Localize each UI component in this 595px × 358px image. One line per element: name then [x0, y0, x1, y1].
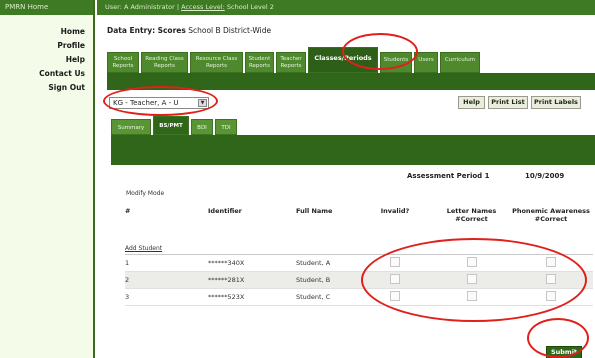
row-number: 2 [125, 271, 208, 289]
tab-curriculum[interactable]: Curriculum [440, 52, 480, 73]
tab-teacher-reports[interactable]: Teacher Reports [276, 52, 306, 73]
main-content: Data Entry: Scores School B District-Wid… [97, 15, 595, 358]
subtab-bs-pmt[interactable]: BS/PMT [153, 116, 189, 135]
tab-students[interactable]: Students [380, 52, 412, 73]
col-header-letter-names: Letter Names #Correct [434, 199, 509, 242]
page-title: Data Entry: Scores School B District-Wid… [107, 26, 271, 35]
row-number: 3 [125, 288, 208, 306]
table-row: 3 ******523X Student, C [125, 288, 593, 306]
class-select-dropdown[interactable]: KG - Teacher, A - U ▼ [109, 97, 209, 109]
col-header-number: # [125, 199, 208, 242]
submit-button[interactable]: Submit [546, 346, 582, 358]
top-bar: User: A Administrator | Access Level: Sc… [97, 0, 595, 15]
col-header-full-name: Full Name [296, 199, 356, 242]
sidebar-link-contact-us[interactable]: Contact Us [0, 67, 93, 81]
sidebar-nav: Home Profile Help Contact Us Sign Out [0, 15, 93, 95]
tab-classes-periods[interactable]: Classes/Periods [308, 47, 378, 73]
student-identifier: ******523X [208, 288, 296, 306]
student-name: Student, B [296, 271, 356, 289]
letter-names-input[interactable] [466, 256, 477, 267]
col-header-invalid: Invalid? [356, 199, 434, 242]
panel-band [111, 135, 595, 165]
tab-resource-class-reports[interactable]: Resource Class Reports [190, 52, 243, 73]
tab-school-reports[interactable]: School Reports [107, 52, 139, 73]
student-name: Student, C [296, 288, 356, 306]
separator: | [176, 3, 180, 11]
phonemic-awareness-input[interactable] [546, 273, 556, 284]
invalid-checkbox[interactable] [390, 290, 400, 301]
student-identifier: ******281X [208, 271, 296, 289]
student-identifier: ******340X [208, 254, 296, 272]
tab-reading-class-reports[interactable]: Reading Class Reports [141, 52, 188, 73]
assessment-period-label: Assessment Period 1 [407, 172, 490, 180]
student-score-table: # Identifier Full Name Invalid? Letter N… [125, 199, 593, 306]
help-button[interactable]: Help [458, 96, 485, 109]
chevron-down-icon[interactable]: ▼ [198, 99, 207, 107]
sidebar-link-profile[interactable]: Profile [0, 39, 93, 53]
col-header-phonemic-awareness: Phonemic Awareness #Correct [509, 199, 593, 242]
sidebar-link-home[interactable]: Home [0, 25, 93, 39]
table-row: 2 ******281X Student, B [125, 271, 593, 289]
phonemic-awareness-input[interactable] [546, 256, 556, 267]
invalid-checkbox[interactable] [390, 256, 400, 267]
table-row: 1 ******340X Student, A [125, 254, 593, 272]
sidebar-link-sign-out[interactable]: Sign Out [0, 81, 93, 95]
page-title-school: School B District-Wide [188, 26, 272, 35]
phonemic-awareness-input[interactable] [546, 290, 556, 301]
subtab-bdi[interactable]: BDI [191, 119, 213, 135]
row-number: 1 [125, 254, 208, 272]
add-student-link[interactable]: Add Student [125, 245, 162, 252]
sidebar-header[interactable]: PMRN Home [0, 0, 93, 15]
table-header-row: # Identifier Full Name Invalid? Letter N… [125, 199, 593, 242]
print-list-button[interactable]: Print List [488, 96, 528, 109]
invalid-checkbox[interactable] [390, 273, 400, 284]
page-title-prefix: Data Entry: [107, 26, 156, 35]
sidebar: PMRN Home Home Profile Help Contact Us S… [0, 0, 95, 358]
tab-student-reports[interactable]: Student Reports [245, 52, 274, 73]
tab-band [107, 73, 595, 90]
access-level-value: School Level 2 [226, 3, 274, 11]
assessment-date: 10/9/2009 [525, 172, 565, 180]
add-student-row: Add Student [125, 242, 593, 255]
subtab-summary[interactable]: Summary [111, 119, 151, 135]
page-title-bold: Scores [157, 26, 186, 35]
tab-users[interactable]: Users [414, 52, 438, 73]
print-labels-button[interactable]: Print Labels [531, 96, 581, 109]
subtab-tdi[interactable]: TDI [215, 119, 237, 135]
class-select-value: KG - Teacher, A - U [113, 99, 179, 107]
col-header-identifier: Identifier [208, 199, 296, 242]
sidebar-link-help[interactable]: Help [0, 53, 93, 67]
letter-names-input[interactable] [466, 273, 477, 284]
user-label: User: A Administrator [105, 3, 175, 11]
letter-names-input[interactable] [466, 290, 477, 301]
student-name: Student, A [296, 254, 356, 272]
access-level-link[interactable]: Access Level: [181, 3, 225, 11]
mode-label: Modify Mode [126, 190, 165, 197]
